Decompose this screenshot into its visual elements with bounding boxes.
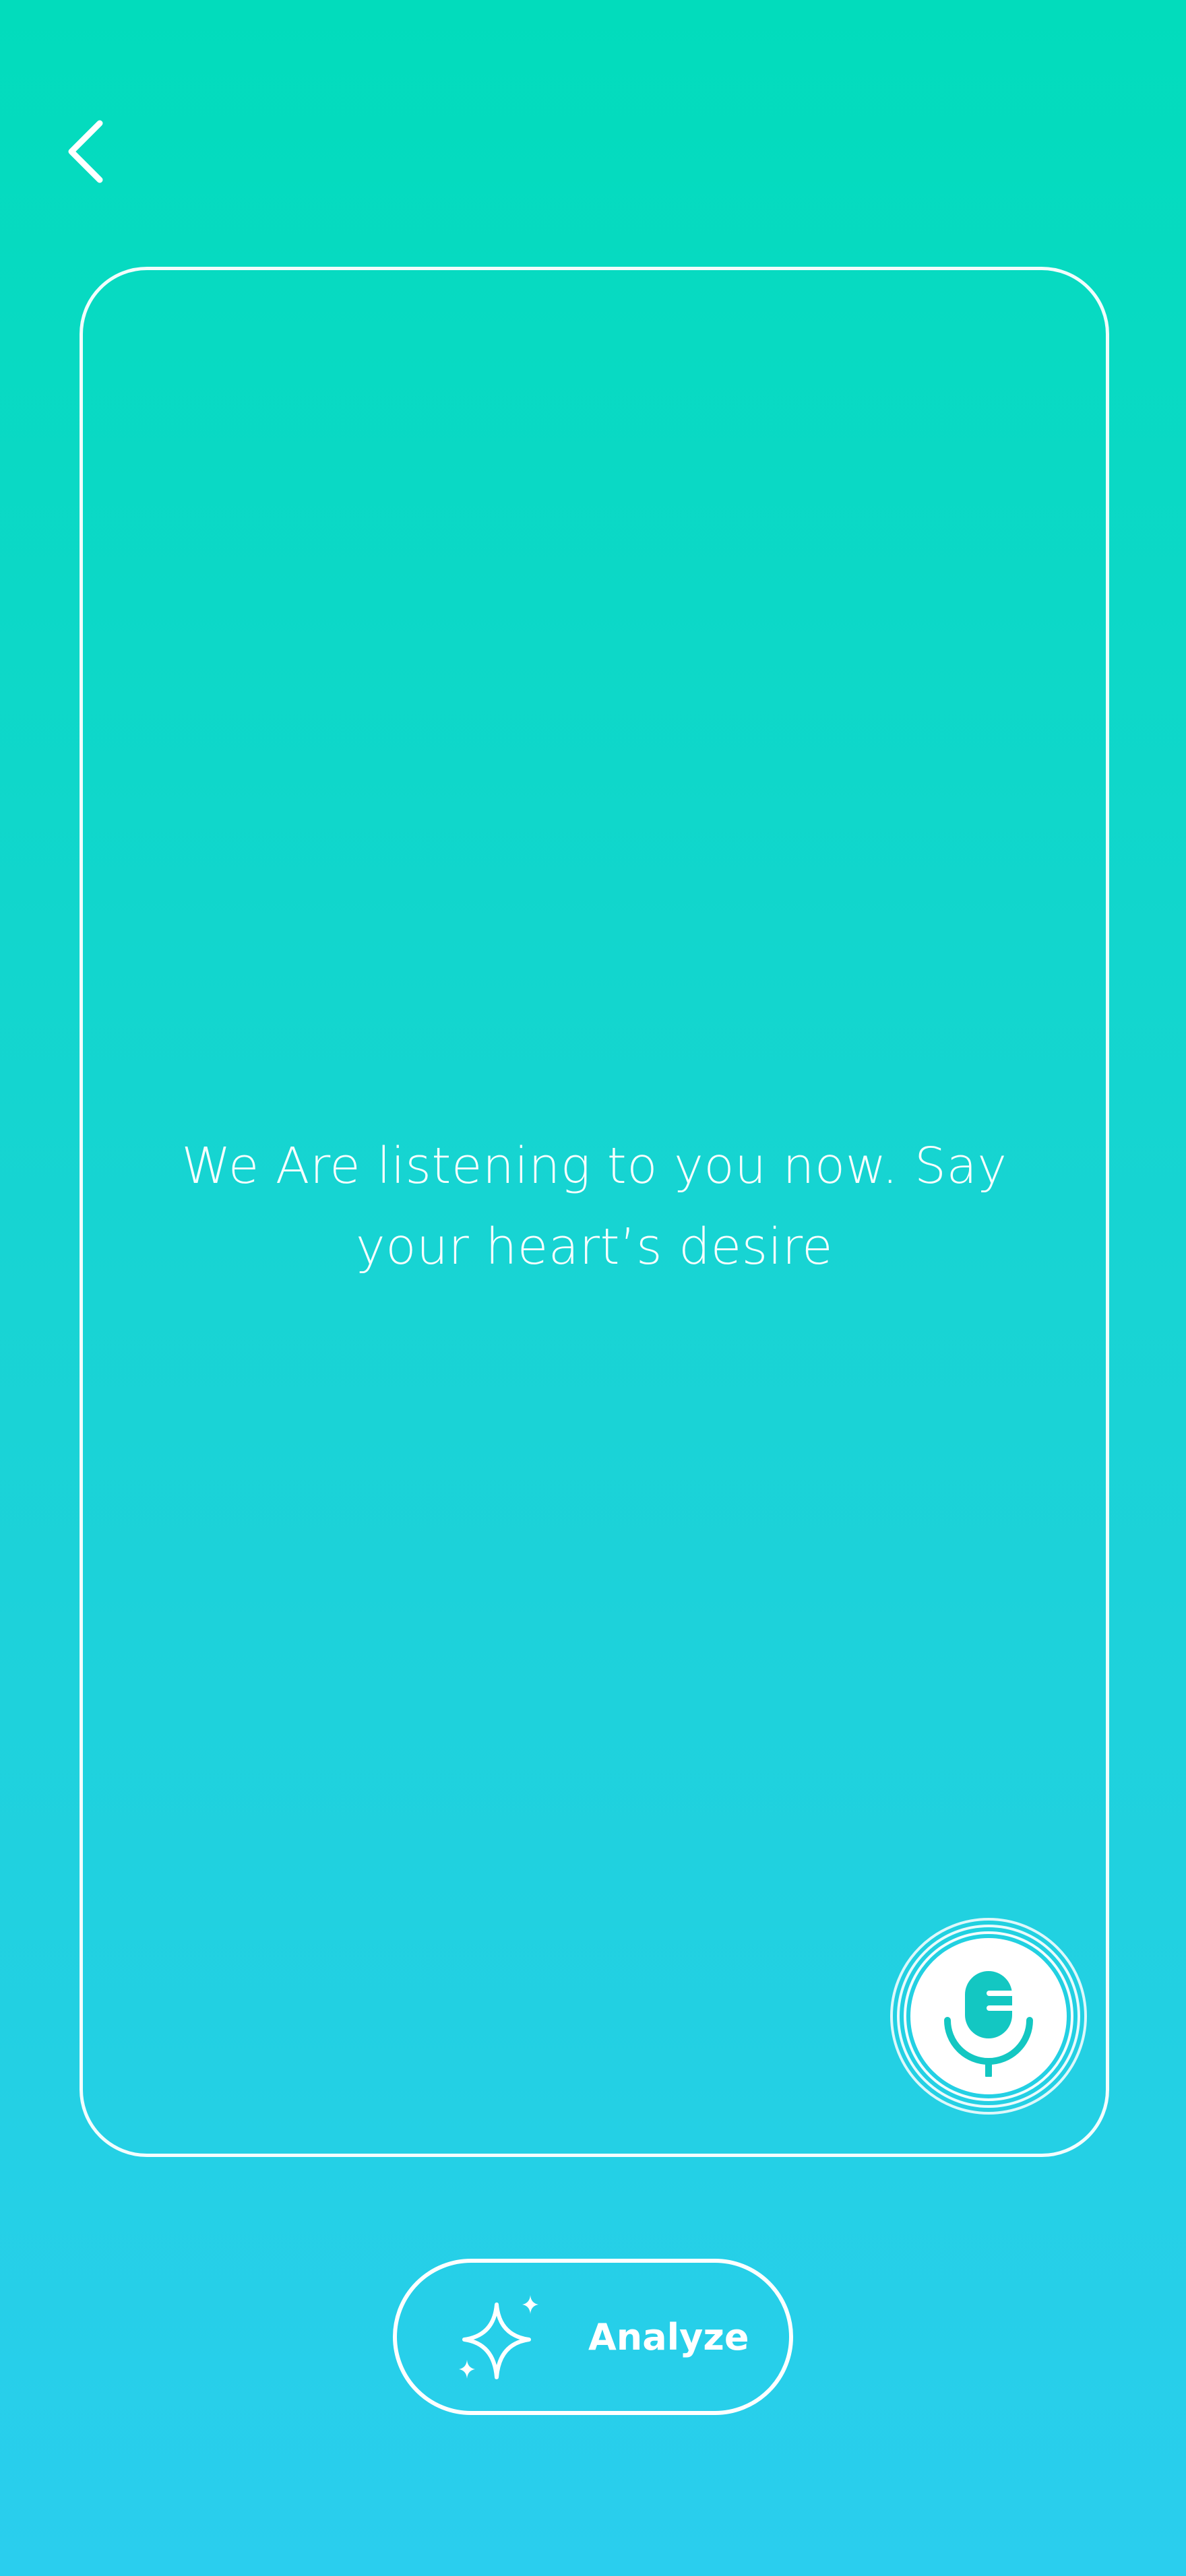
listening-card: We Are listening to you now. Say your he… bbox=[80, 267, 1109, 2157]
analyze-button[interactable]: Analyze bbox=[393, 2259, 793, 2415]
sparkle-icon bbox=[459, 2295, 538, 2379]
back-button[interactable] bbox=[65, 108, 139, 195]
mic-core bbox=[910, 1938, 1067, 2094]
chevron-left-icon bbox=[68, 120, 103, 183]
listening-prompt: We Are listening to you now. Say your he… bbox=[181, 1137, 1007, 1276]
microphone-icon bbox=[944, 1971, 1033, 2077]
analyze-label: Analyze bbox=[588, 2315, 749, 2358]
mic-button[interactable] bbox=[890, 1918, 1087, 2115]
